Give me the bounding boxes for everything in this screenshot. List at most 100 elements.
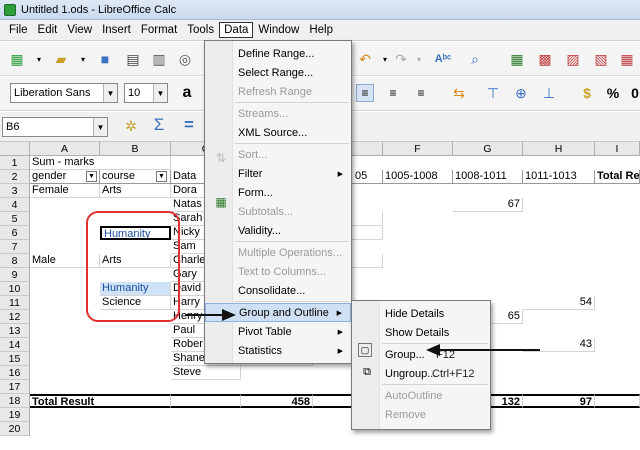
open-folder-icon[interactable]: ▰ bbox=[52, 50, 70, 68]
wrap-text-icon[interactable]: ⇆ bbox=[450, 84, 468, 102]
row-header[interactable]: 15 bbox=[0, 352, 30, 366]
row-header[interactable]: 4 bbox=[0, 198, 30, 212]
submenu-item-show-details[interactable]: Show Details bbox=[352, 323, 490, 342]
cell[interactable]: Arts bbox=[100, 184, 171, 198]
menu-window[interactable]: Window bbox=[253, 22, 304, 38]
row-header[interactable]: 5 bbox=[0, 212, 30, 226]
align-bottom-icon[interactable]: ⊥ bbox=[540, 84, 558, 102]
menu-item-statistics[interactable]: Statistics ▶ bbox=[205, 341, 351, 360]
row-header[interactable]: 16 bbox=[0, 366, 30, 380]
bold-icon[interactable]: a bbox=[178, 84, 196, 102]
menu-edit[interactable]: Edit bbox=[33, 22, 63, 38]
column-header[interactable]: I bbox=[595, 142, 640, 156]
new-document-icon[interactable]: ▦ bbox=[8, 50, 26, 68]
field-header-cell[interactable]: 1005-1008 bbox=[383, 170, 453, 184]
chevron-down-icon[interactable]: ▼ bbox=[103, 84, 117, 102]
menu-help[interactable]: Help bbox=[304, 22, 338, 38]
cell[interactable]: 43 bbox=[523, 338, 595, 352]
menu-item-validity[interactable]: Validity... bbox=[205, 221, 351, 240]
align-middle-icon[interactable]: ⊕ bbox=[512, 84, 530, 102]
menu-view[interactable]: View bbox=[62, 22, 97, 38]
print-preview-icon[interactable]: ◎ bbox=[176, 50, 194, 68]
row-header[interactable]: 9 bbox=[0, 268, 30, 282]
align-center-icon[interactable]: ≡ bbox=[384, 84, 402, 102]
undo-icon[interactable]: ↶ bbox=[356, 50, 374, 68]
cell[interactable] bbox=[595, 394, 640, 408]
cell[interactable] bbox=[171, 394, 241, 408]
row-header[interactable]: 6 bbox=[0, 226, 30, 240]
menu-insert[interactable]: Insert bbox=[97, 22, 136, 38]
font-name-combo[interactable]: Liberation Sans ▼ bbox=[10, 83, 118, 103]
cell[interactable]: Steve bbox=[171, 366, 241, 380]
row-header[interactable]: 7 bbox=[0, 240, 30, 254]
pivot-title-cell[interactable]: Sum - marks bbox=[30, 156, 171, 170]
submenu-item-hide-details[interactable]: Hide Details bbox=[352, 304, 490, 323]
row-header[interactable]: 8 bbox=[0, 254, 30, 268]
font-size-combo[interactable]: 10 ▼ bbox=[124, 83, 168, 103]
function-wizard-icon[interactable]: ✲ bbox=[122, 117, 140, 135]
formula-icon[interactable]: = bbox=[180, 115, 198, 134]
export-pdf-icon[interactable]: ▤ bbox=[124, 50, 142, 68]
chevron-down-icon[interactable]: ▼ bbox=[153, 84, 167, 102]
cell[interactable]: 67 bbox=[453, 198, 523, 212]
column-header[interactable]: H bbox=[523, 142, 595, 156]
menu-item-define-range[interactable]: Define Range... bbox=[205, 44, 351, 63]
dropdown-arrow-icon[interactable]: ▾ bbox=[410, 50, 428, 68]
align-top-icon[interactable]: ⊤ bbox=[484, 84, 502, 102]
chevron-down-icon[interactable]: ▼ bbox=[93, 118, 107, 136]
cell[interactable]: 54 bbox=[523, 296, 595, 310]
pivot-table-icon[interactable]: ▧ bbox=[592, 50, 610, 68]
total-label-cell[interactable]: Total Result bbox=[30, 394, 171, 408]
insert-image-icon[interactable]: ▨ bbox=[564, 50, 582, 68]
dropdown-arrow-icon[interactable]: ▾ bbox=[30, 50, 48, 68]
print-icon[interactable]: ▥ bbox=[150, 50, 168, 68]
insert-table-icon[interactable]: ▦ bbox=[508, 50, 526, 68]
navigator-icon[interactable]: ▦ bbox=[618, 50, 636, 68]
currency-format-icon[interactable]: $ bbox=[578, 84, 596, 102]
row-header[interactable]: 2 bbox=[0, 170, 30, 184]
row-header[interactable]: 14 bbox=[0, 338, 30, 352]
total-cell[interactable]: 458 bbox=[241, 394, 313, 408]
menu-tools[interactable]: Tools bbox=[182, 22, 219, 38]
sum-icon[interactable]: Σ bbox=[150, 115, 168, 134]
row-header[interactable]: 12 bbox=[0, 310, 30, 324]
row-header[interactable]: 18 bbox=[0, 394, 30, 408]
save-icon[interactable]: ■ bbox=[96, 50, 114, 68]
field-header-cell[interactable]: course ▼ bbox=[100, 170, 171, 184]
menu-file[interactable]: File bbox=[4, 22, 33, 38]
total-cell[interactable]: 97 bbox=[523, 394, 595, 408]
number-format-icon[interactable]: 0 bbox=[626, 84, 640, 102]
menu-item-pivot-table[interactable]: Pivot Table ▶ bbox=[205, 322, 351, 341]
submenu-item-group[interactable]: Group... F12 bbox=[352, 345, 490, 364]
spellcheck-icon[interactable]: Aᵇᶜ bbox=[434, 50, 452, 68]
select-all-corner[interactable] bbox=[0, 142, 30, 156]
field-header-cell[interactable]: 1008-1011 bbox=[453, 170, 523, 184]
row-header[interactable]: 13 bbox=[0, 324, 30, 338]
row-header[interactable]: 3 bbox=[0, 184, 30, 198]
menu-data[interactable]: Data bbox=[219, 22, 254, 38]
align-left-icon[interactable]: ≡ bbox=[356, 84, 374, 102]
field-header-cell[interactable]: gender ▼ bbox=[30, 170, 100, 184]
menu-item-consolidate[interactable]: Consolidate... bbox=[205, 281, 351, 300]
column-header[interactable]: F bbox=[383, 142, 453, 156]
insert-chart-icon[interactable]: ▩ bbox=[536, 50, 554, 68]
column-header[interactable]: A bbox=[30, 142, 100, 156]
row-header[interactable]: 11 bbox=[0, 296, 30, 310]
row-header[interactable]: 17 bbox=[0, 380, 30, 394]
row-header[interactable]: 20 bbox=[0, 422, 30, 436]
row-header[interactable]: 19 bbox=[0, 408, 30, 422]
filter-dropdown-icon[interactable]: ▼ bbox=[86, 171, 97, 182]
row-header[interactable]: 10 bbox=[0, 282, 30, 296]
menu-item-group-and-outline[interactable]: Group and Outline ▶ bbox=[205, 303, 351, 322]
redo-icon[interactable]: ↷ bbox=[392, 50, 410, 68]
percent-format-icon[interactable]: % bbox=[604, 84, 622, 102]
name-box[interactable]: B6 ▼ bbox=[2, 117, 108, 137]
menu-item-select-range[interactable]: Select Range... bbox=[205, 63, 351, 82]
row-header[interactable]: 1 bbox=[0, 156, 30, 170]
filter-dropdown-icon[interactable]: ▼ bbox=[156, 171, 167, 182]
cell[interactable]: Female bbox=[30, 184, 100, 198]
field-header-cell[interactable]: Total Re bbox=[595, 170, 640, 184]
column-header[interactable]: G bbox=[453, 142, 523, 156]
menu-format[interactable]: Format bbox=[136, 22, 182, 38]
find-replace-icon[interactable]: ⌕ bbox=[466, 50, 484, 68]
